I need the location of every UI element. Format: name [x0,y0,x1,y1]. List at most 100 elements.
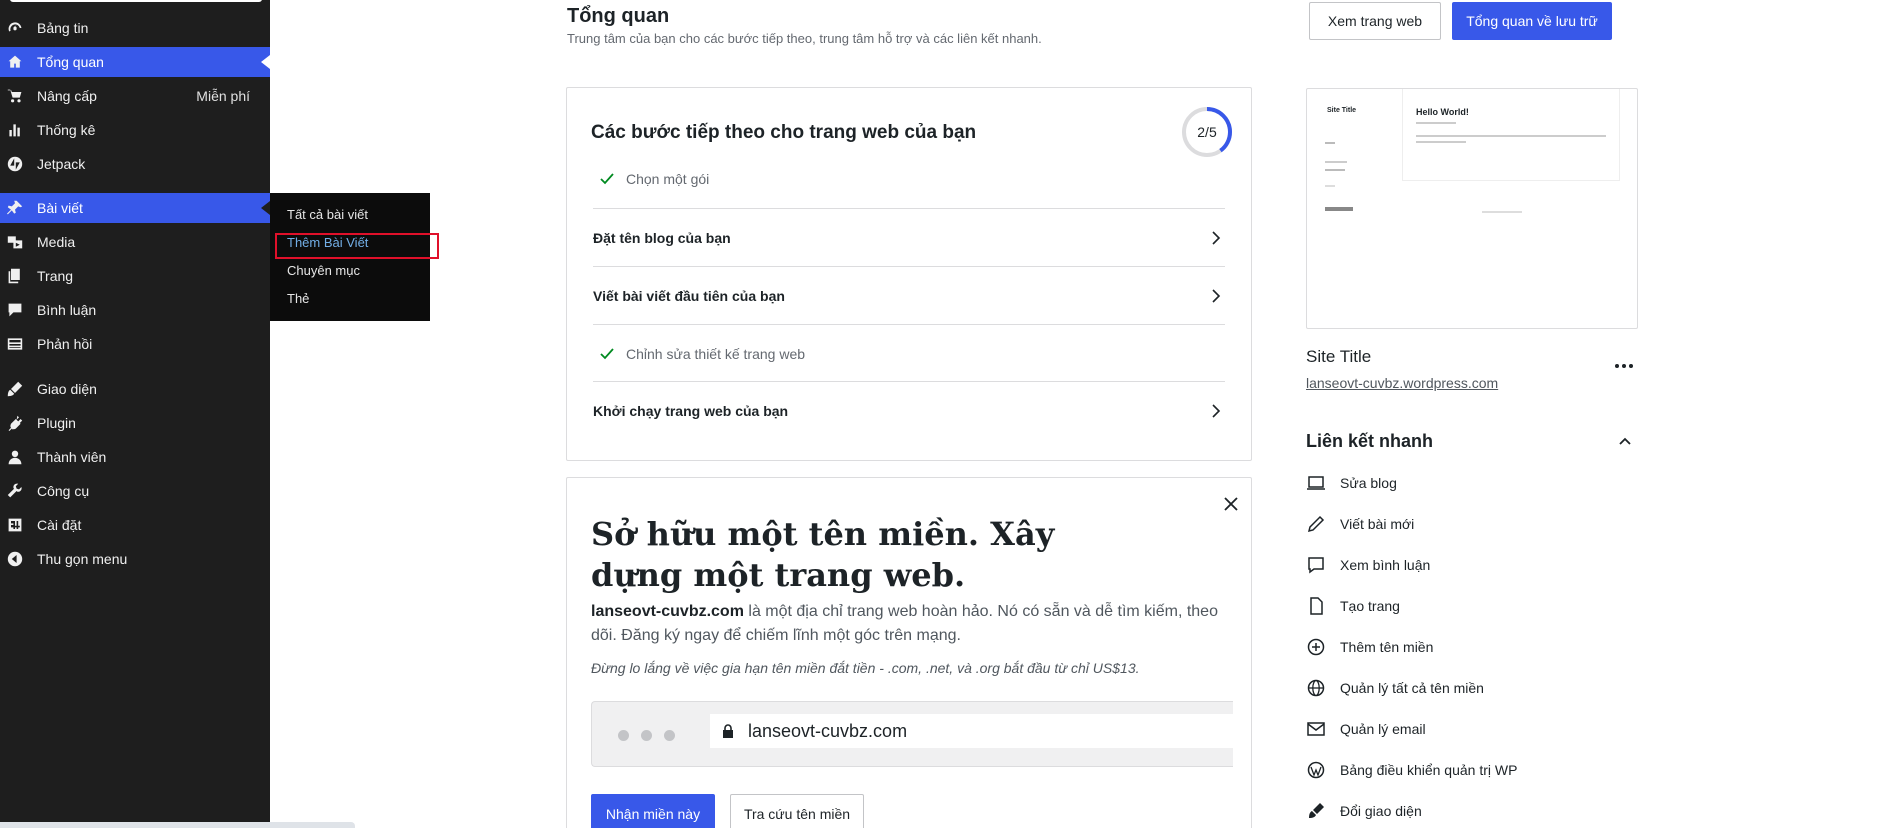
quick-link-label: Sửa blog [1340,475,1397,491]
storage-overview-button[interactable]: Tổng quan về lưu trữ [1452,2,1612,40]
search-domain-button[interactable]: Tra cứu tên miền [730,794,864,828]
domain-heading: Sở hữu một tên miền. Xây dựng một trang … [591,515,1055,594]
site-switcher[interactable] [10,0,262,2]
chevron-right-icon [1212,231,1221,245]
sidebar-item-media[interactable]: Media [0,227,270,257]
quick-link-label: Quản lý email [1340,721,1426,737]
preview-social-icons [1325,207,1353,211]
sidebar-item-appearance[interactable]: Giao diện [0,374,270,404]
quick-link-add-domain[interactable]: Thêm tên miền [1306,634,1606,660]
plugin-icon [6,414,24,432]
sidebar-item-stats[interactable]: Thống kê [0,115,270,145]
domain-promo-card: Sở hữu một tên miền. Xây dựng một trang … [566,477,1252,828]
quick-link-wp-admin[interactable]: Bảng điều khiển quản trị WP [1306,757,1606,783]
window-dot [618,730,629,741]
address-url: lanseovt-cuvbz.com [748,720,908,741]
site-url-link[interactable]: lanseovt-cuvbz.wordpress.com [1306,375,1498,391]
sidebar-item-collapse[interactable]: Thu gọn menu [0,544,270,574]
sidebar-item-pages[interactable]: Trang [0,261,270,291]
task-first-post[interactable]: Viết bài viết đầu tiên của bạn [593,267,1225,325]
domain-description: lanseovt-cuvbz.com là một địa chỉ trang … [591,600,1231,648]
pencil-icon [1306,514,1326,534]
claim-domain-button[interactable]: Nhận miền này [591,794,715,828]
task-launch-site[interactable]: Khởi chạy trang web của bạn [593,382,1225,440]
preview-line [1325,161,1347,163]
globe-icon [1306,678,1326,698]
quick-link-create-page[interactable]: Tạo trang [1306,593,1606,619]
cart-icon [6,87,24,105]
submenu-tags[interactable]: Thẻ [270,285,430,313]
sidebar-item-upgrades[interactable]: Nâng cấp Miễn phí [0,81,270,111]
sidebar-item-tools[interactable]: Công cụ [0,476,270,506]
close-icon[interactable] [1223,496,1239,512]
sidebar-item-label: Công cụ [37,483,90,499]
appearance-icon [6,380,24,398]
page-subtitle: Trung tâm của bạn cho các bước tiếp theo… [567,31,1042,46]
chevron-up-icon[interactable] [1618,434,1632,448]
sidebar-item-settings[interactable]: Cài đặt [0,510,270,540]
more-options-icon[interactable] [1613,356,1635,376]
feedback-icon [6,335,24,353]
stats-icon [6,121,24,139]
quick-link-manage-domains[interactable]: Quản lý tất cả tên miền [1306,675,1606,701]
sidebar-item-posts[interactable]: Bài viết [0,193,270,223]
sidebar-item-label: Phản hồi [37,336,93,352]
preview-line [1325,142,1335,144]
task-name-blog[interactable]: Đặt tên blog của bạn [593,209,1225,267]
submenu-all-posts[interactable]: Tất cả bài viết [270,201,430,229]
check-icon [600,348,614,360]
plan-badge: Miễn phí [196,88,250,104]
quick-link-change-theme[interactable]: Đổi giao diện [1306,798,1606,824]
lock-icon [723,724,733,738]
preview-post: Hello World! [1402,89,1620,181]
preview-line [1325,185,1335,187]
laptop-icon [1306,473,1326,493]
page: Bảng tin Tổng quan Nâng cấp Miễn phí Thố… [0,0,1886,828]
quick-link-label: Xem bình luận [1340,557,1431,573]
plus-circle-icon [1306,637,1326,657]
pages-icon [6,267,24,285]
submenu-categories[interactable]: Chuyên mục [270,257,430,285]
sidebar-item-dashboard[interactable]: Bảng tin [0,13,270,43]
sidebar-item-jetpack[interactable]: Jetpack [0,149,270,179]
dashboard-icon [6,19,24,37]
site-preview[interactable]: Site Title Hello World! [1306,88,1638,329]
quick-link-new-post[interactable]: Viết bài mới [1306,511,1606,537]
view-site-button[interactable]: Xem trang web [1309,2,1441,40]
sidebar-item-label: Trang [37,268,74,284]
tools-icon [6,482,24,500]
sidebar-item-label: Thu gọn menu [37,551,128,567]
chevron-right-icon [1212,289,1221,303]
sidebar-item-label: Bài viết [37,200,83,216]
preview-line [1416,135,1606,137]
window-dot [641,730,652,741]
quick-link-manage-email[interactable]: Quản lý email [1306,716,1606,742]
sidebar-item-overview[interactable]: Tổng quan [0,47,270,77]
sidebar-item-plugins[interactable]: Plugin [0,408,270,438]
comments-icon [6,301,24,319]
brush-icon [1306,801,1326,821]
sidebar-item-label: Thành viên [37,449,107,465]
sidebar-item-comments[interactable]: Bình luận [0,295,270,325]
chevron-right-icon [1212,404,1221,418]
sidebar-item-users[interactable]: Thành viên [0,442,270,472]
task-label: Khởi chạy trang web của bạn [593,403,789,419]
sidebar-item-label: Thống kê [37,122,96,138]
sidebar-item-feedback[interactable]: Phản hồi [0,329,270,359]
sidebar-item-label: Bình luận [37,302,97,318]
task-edit-design: Chỉnh sửa thiết kế trang web [593,325,1225,383]
quick-link-edit-blog[interactable]: Sửa blog [1306,470,1606,496]
quick-link-label: Thêm tên miền [1340,639,1434,655]
quick-link-view-comments[interactable]: Xem bình luận [1306,552,1606,578]
quick-link-label: Tạo trang [1340,598,1400,614]
sidebar-item-label: Bảng tin [37,20,89,36]
quick-link-label: Đổi giao diện [1340,803,1422,819]
sidebar-item-label: Plugin [37,415,76,431]
sidebar-item-label: Jetpack [37,156,86,172]
sidebar: Bảng tin Tổng quan Nâng cấp Miễn phí Thố… [0,0,270,828]
media-icon [6,233,24,251]
task-label: Viết bài viết đầu tiên của bạn [593,288,785,304]
pin-icon [6,199,24,217]
page-title: Tổng quan [567,5,670,27]
preview-line [1416,141,1466,143]
